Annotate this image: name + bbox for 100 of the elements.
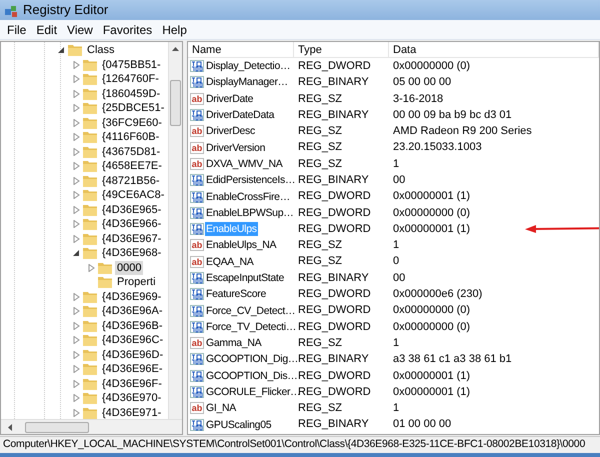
tree-item[interactable]: {4D36E965- [100,202,164,217]
expand-triangle-icon[interactable] [72,176,80,185]
vertical-scrollbar[interactable] [168,42,182,419]
value-name[interactable]: FeatureScore [205,287,268,302]
expand-triangle-icon[interactable] [72,162,80,170]
tree-item[interactable]: {4D36E96C- [100,333,166,348]
value-name[interactable]: EnableCrossFire… [205,190,291,204]
column-header[interactable]: Data [389,42,599,57]
value-name[interactable]: Force_TV_Detecti… [205,320,298,334]
binary-value-icon [190,320,204,333]
value-name[interactable]: Display_Detectio… [205,59,292,74]
string-value-icon: ab [190,92,204,105]
expand-triangle-icon[interactable] [72,408,80,417]
tree-item[interactable]: {0475BB51- [100,58,163,72]
tree-item[interactable]: {43675D81- [100,144,162,159]
value-name[interactable]: DriverDate [205,92,254,106]
value-name[interactable]: EscapeInputState [205,271,286,285]
left-arrow-icon[interactable] [7,424,13,430]
menu-item[interactable]: Favorites [98,20,158,38]
value-name[interactable]: GCOOPTION_Dis… [205,368,298,383]
tree-item[interactable]: {4D36E966- [100,217,164,232]
expand-triangle-icon[interactable] [72,60,80,69]
folder-icon [83,160,97,172]
tree-item[interactable]: 0000 [115,260,144,275]
string-value-icon: ab [190,256,204,268]
tree-item[interactable]: {25DBCE51- [100,101,166,116]
value-data: AMD Radeon R9 200 Series [392,124,532,140]
expand-triangle-icon[interactable] [72,292,80,301]
value-name[interactable]: GI_NA [205,401,238,416]
expand-triangle-icon[interactable] [72,234,80,243]
value-name[interactable]: DisplayManager… [205,75,289,90]
value-name[interactable]: GPUScaling05 [205,418,272,432]
tree-item[interactable]: Properti [115,275,158,290]
value-name[interactable]: DriverDesc [205,124,256,138]
value-name[interactable]: DriverVersion [205,140,266,155]
scrollbar-thumb[interactable] [25,422,89,432]
tree-item[interactable]: {48721B56- [100,174,162,188]
tree-item[interactable]: {4D36E967- [100,232,164,246]
value-type: REG_DWORD [297,320,372,335]
value-type: REG_DWORD [297,189,372,204]
scrollbar-thumb[interactable] [170,80,181,126]
expand-triangle-icon[interactable] [72,133,80,142]
menu-item[interactable]: File [2,20,32,38]
string-value-icon: ab [190,402,204,414]
expand-triangle-icon[interactable] [72,148,80,156]
value-name[interactable]: DriverDateData [205,108,276,122]
collapse-triangle-icon[interactable] [72,249,80,258]
value-name[interactable]: GCOOPTION_Dig… [205,352,300,366]
tree-item[interactable]: Class [85,43,117,58]
expand-triangle-icon[interactable] [72,104,80,112]
tree-item[interactable]: {4D36E96D- [100,348,166,362]
binary-value-icon [190,386,204,398]
expand-triangle-icon[interactable] [72,336,80,344]
menu-item[interactable]: Help [157,20,192,38]
value-data: 0x00000000 (0) [392,58,470,74]
string-value-icon: ab [190,158,204,170]
collapse-triangle-icon[interactable] [58,46,64,54]
value-name[interactable]: EnableUlps_NA [205,238,278,252]
menu-item[interactable]: View [62,20,98,38]
tree-item[interactable]: {4D36E96A- [100,304,165,318]
tree-item[interactable]: {4D36E96F- [100,376,164,391]
value-name[interactable]: EdidPersistenceIs… [205,173,296,188]
tree-item[interactable]: {1264760F- [100,72,161,86]
tree-item[interactable]: {4D36E96B- [100,318,165,333]
value-name[interactable]: EQAA_NA [205,254,255,269]
value-name[interactable]: Force_CV_Detect… [205,304,296,318]
tree-item[interactable]: {4D36E968- [100,246,164,260]
expand-triangle-icon[interactable] [72,75,80,84]
tree-item[interactable]: {4D36E971- [100,406,164,419]
expand-triangle-icon[interactable] [72,206,80,214]
expand-triangle-icon[interactable] [72,307,80,316]
column-header[interactable]: Type [294,42,389,57]
tree-item[interactable]: {4D36E96E- [100,362,165,376]
expand-triangle-icon[interactable] [72,380,80,388]
tree-item[interactable]: {1860459D- [100,86,162,101]
expand-triangle-icon[interactable] [72,90,80,98]
horizontal-scrollbar[interactable] [1,419,182,434]
tree-item[interactable]: {36FC9E60- [100,116,164,130]
value-name[interactable]: EnableLBPWSup… [205,206,294,220]
tree-item[interactable]: {49CE6AC8- [100,188,166,202]
value-data: 00 [392,172,406,188]
tree-item[interactable]: {4D36E970- [100,391,164,406]
value-name[interactable]: DXVA_WMV_NA [205,156,284,171]
value-type: REG_BINARY [297,75,370,90]
binary-value-icon [190,304,204,317]
value-type: REG_SZ [297,336,344,351]
menu-item[interactable]: Edit [31,20,62,38]
tree-item[interactable]: {4116F60B- [100,130,162,144]
expand-triangle-icon[interactable] [72,322,80,330]
expand-triangle-icon[interactable] [72,220,80,228]
expand-triangle-icon[interactable] [72,350,80,359]
tree-item[interactable]: {4658EE7E- [100,159,164,174]
expand-triangle-icon[interactable] [72,365,80,374]
expand-triangle-icon[interactable] [88,264,94,272]
expand-triangle-icon[interactable] [72,191,80,200]
expand-triangle-icon[interactable] [72,118,80,127]
expand-triangle-icon[interactable] [72,394,80,402]
tree-item[interactable]: {4D36E969- [100,290,164,304]
column-header[interactable]: Name [188,42,294,57]
value-name[interactable]: Gamma_NA [205,336,262,350]
